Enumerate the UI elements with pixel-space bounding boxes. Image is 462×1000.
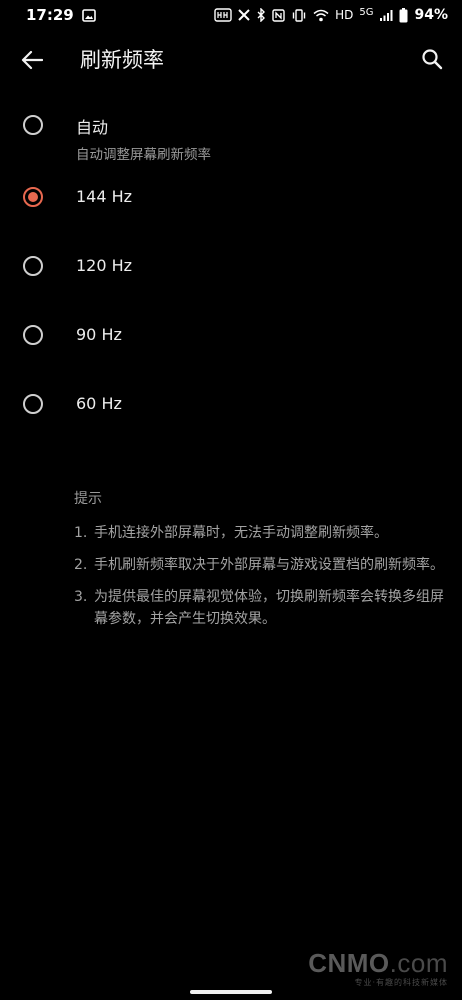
tip-item: 1. 手机连接外部屏幕时，无法手动调整刷新频率。 xyxy=(74,522,444,544)
home-indicator[interactable] xyxy=(190,990,272,994)
tip-text: 为提供最佳的屏幕视觉体验，切换刷新频率会转换多组屏幕参数，并会产生切换效果。 xyxy=(94,589,444,627)
network-label: HD xyxy=(335,8,354,22)
network-type: 5G xyxy=(359,6,374,18)
tip-number: 2. xyxy=(74,557,88,573)
hz-icon xyxy=(214,8,232,22)
status-left: 17:29 xyxy=(26,6,96,24)
watermark-logo-text: CNMO xyxy=(308,948,390,978)
app-bar: 刷新频率 xyxy=(0,30,462,88)
signal-icon xyxy=(379,9,393,22)
status-right: HD 5G 94% xyxy=(214,7,448,23)
search-icon xyxy=(422,49,443,70)
watermark: CNMO.com 专业·有趣的科技新媒体 xyxy=(308,948,448,988)
back-button[interactable] xyxy=(18,46,46,74)
radio-button[interactable] xyxy=(23,115,43,135)
option-auto[interactable]: 自动 自动调整屏幕刷新频率 xyxy=(0,100,462,170)
search-button[interactable] xyxy=(418,45,446,73)
battery-level: 94% xyxy=(414,7,448,23)
nfc-icon xyxy=(272,8,285,22)
option-label: 60 Hz xyxy=(76,394,122,413)
x-icon xyxy=(238,9,250,21)
tip-text: 手机刷新频率取决于外部屏幕与游戏设置档的刷新频率。 xyxy=(94,557,444,573)
option-144hz[interactable]: 144 Hz xyxy=(0,170,462,239)
radio-button[interactable] xyxy=(23,325,43,345)
option-label: 120 Hz xyxy=(76,256,133,275)
tip-item: 3. 为提供最佳的屏幕视觉体验，切换刷新频率会转换多组屏幕参数，并会产生切换效果… xyxy=(74,586,444,630)
option-sublabel: 自动调整屏幕刷新频率 xyxy=(76,147,211,163)
wifi-icon xyxy=(313,9,329,22)
option-label: 自动 xyxy=(76,118,109,137)
option-120hz[interactable]: 120 Hz xyxy=(0,239,462,308)
watermark-logo: CNMO.com xyxy=(308,948,448,979)
tip-item: 2. 手机刷新频率取决于外部屏幕与游戏设置档的刷新频率。 xyxy=(74,554,444,576)
battery-icon xyxy=(399,7,408,23)
page-title: 刷新频率 xyxy=(80,48,164,72)
tip-number: 3. xyxy=(74,589,88,605)
option-90hz[interactable]: 90 Hz xyxy=(0,308,462,377)
arrow-left-icon xyxy=(21,50,43,70)
radio-button[interactable] xyxy=(23,394,43,414)
tips-section: 提示 1. 手机连接外部屏幕时，无法手动调整刷新频率。 2. 手机刷新频率取决于… xyxy=(74,488,444,640)
watermark-logo-suffix: .com xyxy=(389,948,448,978)
option-label: 144 Hz xyxy=(76,187,133,206)
status-bar: 17:29 HD 5G 94% xyxy=(0,0,462,30)
radio-button[interactable] xyxy=(23,187,43,207)
option-60hz[interactable]: 60 Hz xyxy=(0,377,462,446)
vibrate-icon xyxy=(291,8,307,22)
tip-number: 1. xyxy=(74,525,88,541)
refresh-rate-options: 自动 自动调整屏幕刷新频率 144 Hz 120 Hz 90 Hz 60 Hz xyxy=(0,100,462,446)
option-label: 90 Hz xyxy=(76,325,122,344)
status-time: 17:29 xyxy=(26,6,74,24)
tip-text: 手机连接外部屏幕时，无法手动调整刷新频率。 xyxy=(94,525,388,541)
bluetooth-icon xyxy=(256,8,266,22)
image-icon xyxy=(81,8,96,22)
radio-button[interactable] xyxy=(23,256,43,276)
tips-title: 提示 xyxy=(74,491,102,507)
